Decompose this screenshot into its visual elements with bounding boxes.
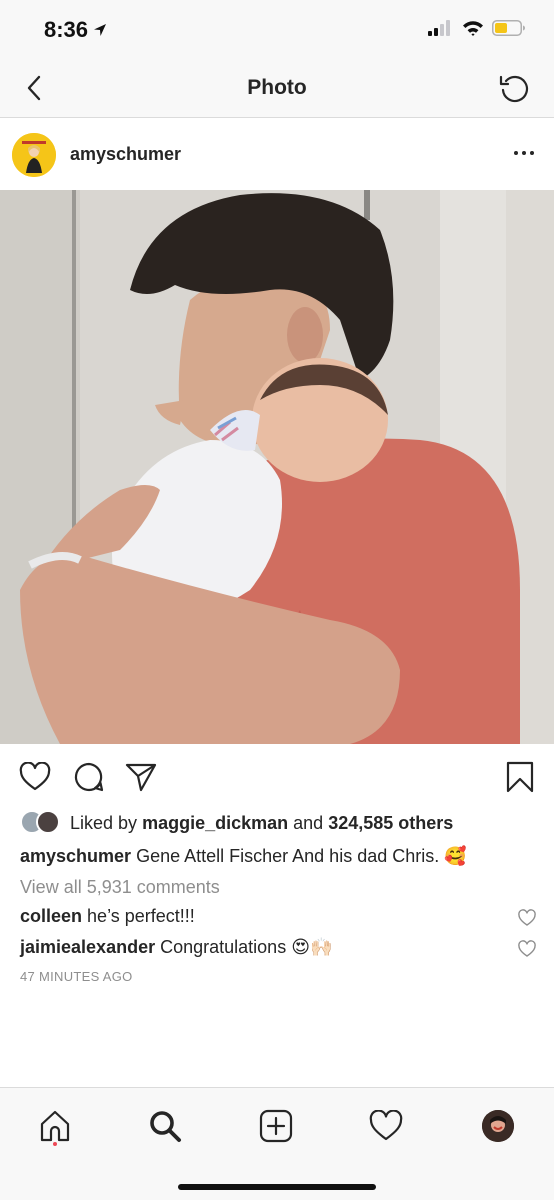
heart-icon	[369, 1110, 403, 1141]
post-header: amyschumer	[0, 119, 554, 190]
caption-text: Gene Attell Fischer And his dad Chris.	[136, 846, 440, 866]
comment-text: Congratulations	[160, 937, 287, 957]
post-username[interactable]: amyschumer	[70, 144, 181, 165]
more-options-button[interactable]	[510, 141, 538, 165]
nav-header: Photo	[0, 60, 554, 118]
likes-count[interactable]: 324,585 others	[328, 813, 453, 834]
refresh-button[interactable]	[496, 70, 532, 106]
post-action-bar	[0, 744, 554, 808]
comment-button[interactable]	[72, 760, 106, 794]
home-icon	[40, 1110, 70, 1142]
send-icon	[125, 763, 157, 792]
likes-summary[interactable]: Liked by maggie_dickman and 324,585 othe…	[20, 810, 453, 836]
cellular-signal-icon	[428, 20, 450, 36]
comment-icon	[74, 762, 104, 792]
status-icons	[428, 20, 526, 36]
post-photo[interactable]	[0, 190, 554, 744]
comment-emoji: 😍🙌🏻	[291, 937, 333, 958]
battery-icon	[492, 20, 525, 36]
status-bar: 8:36	[0, 0, 554, 60]
location-arrow-icon	[94, 24, 107, 36]
heart-icon	[19, 762, 51, 791]
share-button[interactable]	[124, 760, 158, 794]
post-caption: amyschumer Gene Attell Fischer And his d…	[20, 846, 467, 867]
page-title: Photo	[247, 76, 307, 99]
tab-new-post[interactable]	[256, 1106, 296, 1146]
liker-avatar	[36, 810, 60, 834]
status-time-text: 8:36	[44, 17, 89, 42]
wifi-icon	[463, 21, 483, 36]
status-time: 8:36	[44, 17, 108, 43]
more-horizontal-icon	[514, 151, 518, 155]
liker-avatars	[20, 810, 64, 836]
tab-profile[interactable]	[478, 1106, 518, 1146]
comment-username[interactable]: jaimiealexander	[20, 937, 155, 957]
save-button[interactable]	[503, 760, 537, 794]
tab-activity[interactable]	[366, 1106, 406, 1146]
post-timestamp: 47 MINUTES AGO	[20, 969, 133, 984]
comment-like-heart-icon[interactable]	[518, 940, 536, 958]
notification-dot	[53, 1142, 57, 1146]
tab-home[interactable]	[35, 1106, 75, 1146]
add-post-icon	[259, 1109, 293, 1143]
search-icon	[150, 1111, 181, 1142]
photo-illustration	[0, 190, 554, 744]
liker-username[interactable]: maggie_dickman	[142, 813, 288, 834]
comment-item: jaimiealexander Congratulations 😍🙌🏻	[20, 937, 332, 958]
comment-text: he’s perfect!!!	[87, 906, 195, 926]
home-indicator[interactable]	[178, 1184, 376, 1190]
comment-item: colleen he’s perfect!!!	[20, 906, 195, 927]
profile-avatar	[482, 1110, 514, 1142]
bookmark-icon	[506, 761, 534, 793]
refresh-icon	[499, 75, 529, 103]
tab-search[interactable]	[145, 1106, 185, 1146]
view-all-comments-link[interactable]: View all 5,931 comments	[20, 877, 220, 898]
caption-emoji: 🥰	[444, 846, 467, 867]
likes-conjunction: and	[293, 812, 324, 833]
comment-username[interactable]: colleen	[20, 906, 82, 926]
likes-prefix: Liked by	[70, 812, 138, 833]
avatar-image	[12, 133, 56, 177]
like-button[interactable]	[18, 760, 52, 794]
caption-username[interactable]: amyschumer	[20, 846, 131, 866]
comment-like-heart-icon[interactable]	[518, 909, 536, 927]
profile-avatar[interactable]	[12, 133, 56, 177]
